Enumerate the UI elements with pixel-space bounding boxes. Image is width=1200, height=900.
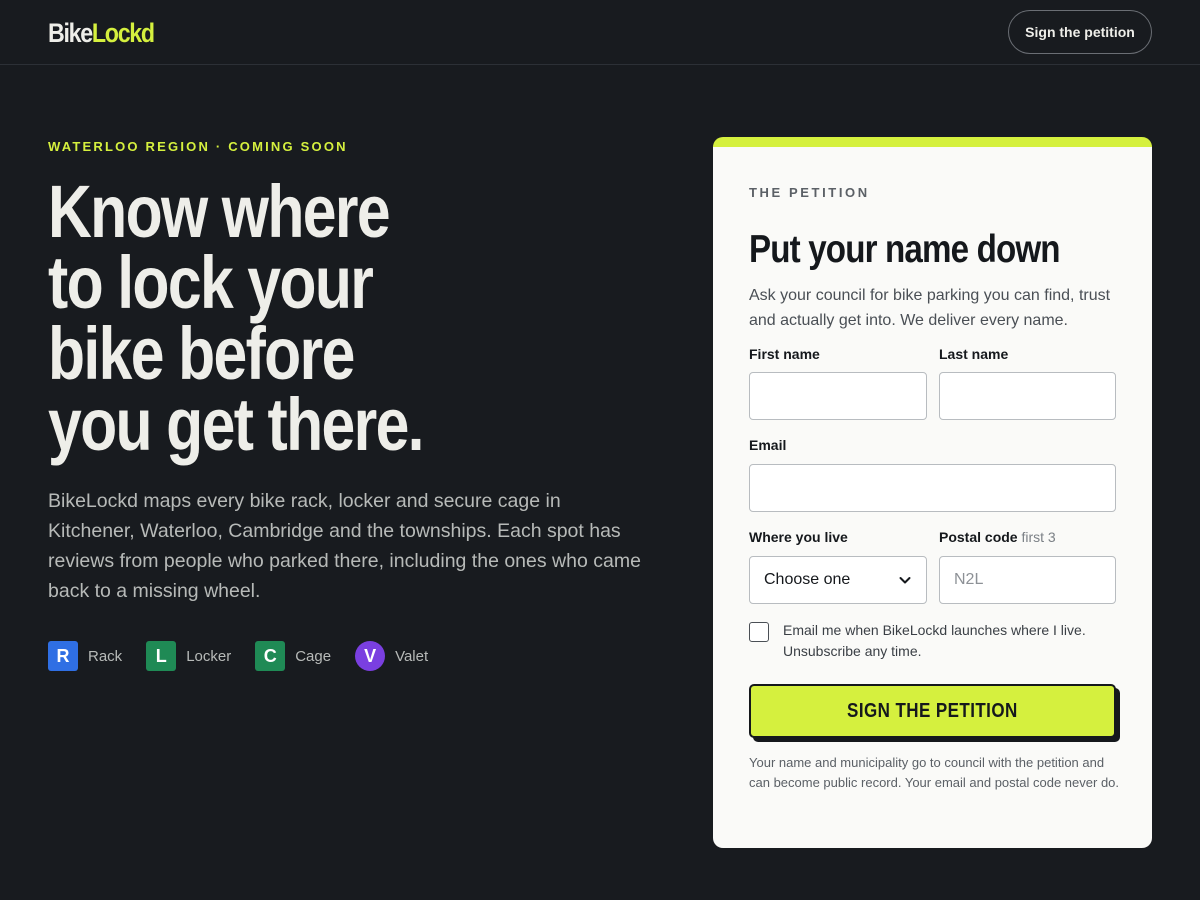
headline-line: bike before bbox=[48, 312, 355, 395]
launch-email-checkbox-label[interactable]: Email me when BikeLockd launches where I… bbox=[783, 620, 1103, 662]
rack-badge-icon: R bbox=[48, 641, 78, 671]
sign-petition-nav-button[interactable]: Sign the petition bbox=[1008, 10, 1152, 54]
headline-line: you get there. bbox=[48, 383, 425, 466]
last-name-field[interactable] bbox=[939, 372, 1116, 420]
postal-code-label-text: Postal code bbox=[939, 529, 1018, 545]
hero-headline: Know where to lock your bike before you … bbox=[48, 170, 556, 466]
headline-line: to lock your bbox=[48, 241, 374, 324]
card-eyebrow: THE PETITION bbox=[749, 185, 870, 200]
municipality-select-value: Choose one bbox=[764, 571, 851, 588]
postal-code-field[interactable] bbox=[939, 556, 1116, 604]
parking-type-legend: R Rack L Locker C Cage V Valet bbox=[48, 641, 452, 671]
where-you-live-label: Where you live bbox=[749, 529, 848, 545]
legend-label: Valet bbox=[395, 647, 429, 665]
legend-item-locker: L Locker bbox=[146, 641, 231, 671]
email-field[interactable] bbox=[749, 464, 1116, 512]
bikelockd-logo[interactable]: BikeLockd bbox=[48, 18, 155, 48]
last-name-label: Last name bbox=[939, 346, 1009, 362]
sign-petition-submit-button[interactable]: SIGN THE PETITION bbox=[749, 684, 1116, 738]
chevron-down-icon bbox=[899, 577, 911, 584]
legend-item-rack: R Rack bbox=[48, 641, 122, 671]
hero-eyebrow: WATERLOO REGION · COMING SOON bbox=[48, 139, 348, 154]
launch-email-checkbox[interactable] bbox=[749, 622, 769, 642]
email-label: Email bbox=[749, 437, 787, 453]
petition-card: THE PETITION Put your name down Ask your… bbox=[713, 137, 1152, 848]
logo-text-lockd: Lockd bbox=[91, 18, 155, 48]
logo-text-bike: Bike bbox=[48, 18, 93, 48]
valet-badge-icon: V bbox=[355, 641, 386, 671]
card-title: Put your name down bbox=[749, 228, 1061, 271]
top-nav-bar: BikeLockd Sign the petition bbox=[0, 0, 1200, 65]
legend-label: Rack bbox=[88, 647, 123, 665]
legend-item-valet: V Valet bbox=[355, 641, 428, 671]
legend-label: Locker bbox=[186, 647, 232, 665]
hero-description: BikeLockd maps every bike rack, locker a… bbox=[48, 490, 641, 602]
postal-code-hint: first 3 bbox=[1021, 529, 1056, 545]
headline-line: Know where bbox=[48, 170, 391, 253]
privacy-fineprint: Your name and municipality go to council… bbox=[749, 755, 1120, 790]
submit-button-label: SIGN THE PETITION bbox=[847, 699, 1018, 722]
municipality-select[interactable]: Choose one bbox=[749, 556, 927, 604]
postal-code-label: Postal code first 3 bbox=[939, 529, 1056, 545]
first-name-field[interactable] bbox=[749, 372, 927, 420]
cage-badge-icon: C bbox=[255, 641, 286, 671]
first-name-label: First name bbox=[749, 346, 820, 362]
card-description: Ask your council for bike parking you ca… bbox=[749, 287, 1111, 329]
locker-badge-icon: L bbox=[146, 641, 177, 671]
legend-item-cage: C Cage bbox=[255, 641, 331, 671]
legend-label: Cage bbox=[295, 647, 332, 665]
